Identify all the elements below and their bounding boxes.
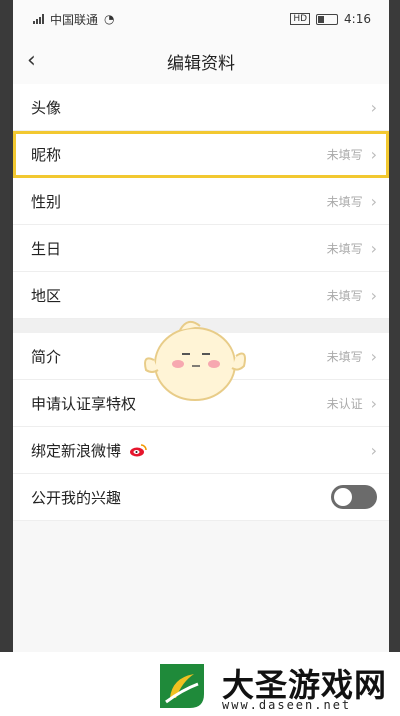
row-label: 性别 [31,192,62,211]
chevron-right-icon: › [370,191,377,211]
status-left: 中国联通 ◔ [33,11,115,28]
row-label: 绑定新浪微博 [31,441,122,460]
row-avatar[interactable]: 头像 › [13,84,389,131]
brand-logo-icon [160,664,204,708]
chevron-right-icon: › [370,346,377,366]
row-birthday[interactable]: 生日 未填写 › [13,225,389,272]
row-value: 未填写 [326,241,363,256]
row-bind-weibo[interactable]: 绑定新浪微博 › [13,427,389,474]
chevron-right-icon: › [370,238,377,258]
row-verification[interactable]: 申请认证享特权 未认证 › [13,380,389,427]
hd-icon: HD [290,13,311,25]
status-right: HD 4:16 [290,12,371,26]
chevron-right-icon: › [370,97,377,117]
phone-screen: 中国联通 ◔ HD 4:16 ‹ 编辑资料 头像 › 昵称 未填写 › 性别 未填… [13,0,389,652]
row-value: 未填写 [326,194,363,209]
row-value: 未认证 [326,396,363,411]
battery-icon [316,13,339,25]
public-interests-toggle[interactable] [331,485,377,509]
row-label: 生日 [31,239,62,258]
row-public-interests: 公开我的兴趣 [13,474,389,521]
chevron-right-icon: › [370,440,377,460]
row-label: 申请认证享特权 [31,394,137,413]
chevron-right-icon: › [370,144,377,164]
row-value: 未填写 [326,349,363,364]
row-bio[interactable]: 简介 未填写 › [13,333,389,380]
status-bar: 中国联通 ◔ HD 4:16 [13,0,389,38]
weibo-icon [130,444,147,457]
row-value: 未填写 [326,288,363,303]
row-value: 未填写 [326,147,363,162]
brand-url: www.daseen.net [222,698,352,712]
back-arrow-icon[interactable]: ‹ [27,48,36,73]
row-label: 昵称 [31,145,62,164]
row-label: 简介 [31,347,62,366]
carrier-label: 中国联通 [50,12,99,27]
wifi-icon: ◔ [104,12,115,26]
nav-bar: ‹ 编辑资料 [13,38,389,84]
chevron-right-icon: › [370,285,377,305]
section-divider [13,319,389,333]
row-region[interactable]: 地区 未填写 › [13,272,389,319]
row-label: 地区 [31,286,62,305]
row-gender[interactable]: 性别 未填写 › [13,178,389,225]
device-frame-left [0,0,13,716]
page-title: 编辑资料 [167,53,235,74]
chevron-right-icon: › [370,393,377,413]
device-frame-right [389,0,400,716]
clock-time: 4:16 [344,12,371,26]
row-label: 头像 [31,98,62,117]
signal-icon [33,14,44,24]
row-nickname[interactable]: 昵称 未填写 › [13,131,389,178]
row-label: 公开我的兴趣 [31,488,122,507]
